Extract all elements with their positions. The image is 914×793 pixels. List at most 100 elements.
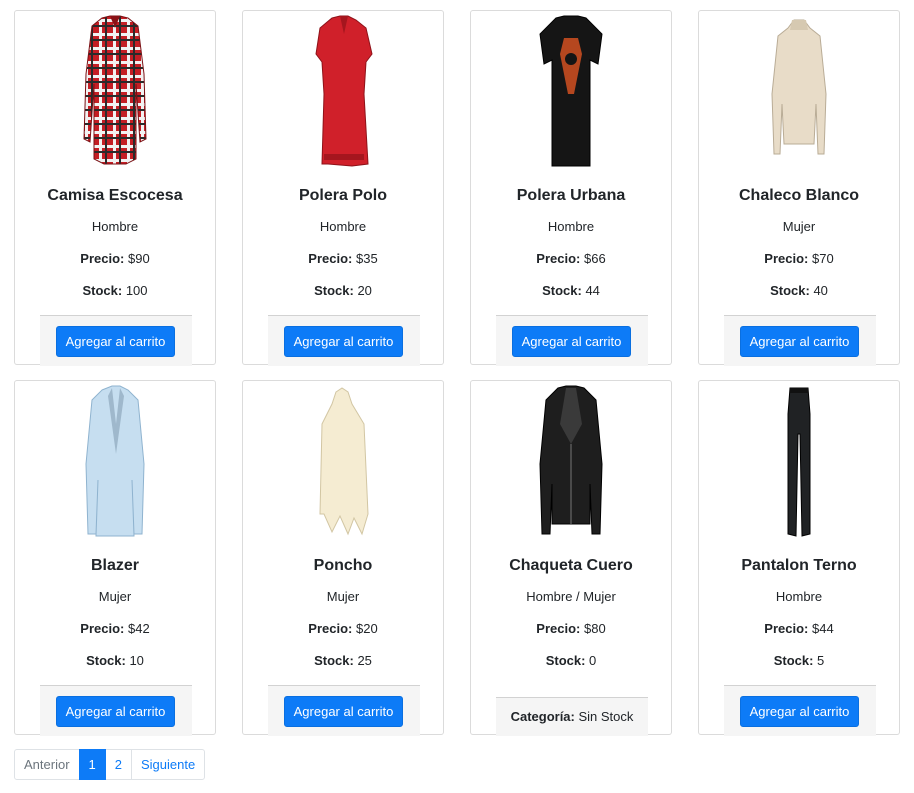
out-of-stock-value: Sin Stock — [574, 709, 634, 724]
pagination-next[interactable]: Siguiente — [131, 749, 206, 780]
stock-value: 5 — [813, 653, 825, 668]
product-stock: Stock: 10 — [15, 653, 215, 668]
stock-value: 20 — [353, 283, 372, 298]
product-stock: Stock: 40 — [699, 283, 899, 298]
price-label: Precio: — [308, 251, 353, 266]
product-card: Polera Polo Hombre Precio: $35 Stock: 20… — [242, 10, 444, 366]
price-label: Precio: — [536, 621, 581, 636]
product-title: Polera Urbana — [516, 187, 626, 204]
product-category: Mujer — [326, 589, 360, 604]
card-footer: Agregar al carrito — [268, 315, 420, 366]
product-image-black-tshirt — [471, 11, 671, 171]
product-image-red-polo — [243, 11, 443, 171]
product-stock: Stock: 44 — [471, 283, 671, 298]
product-price: Precio: $20 — [243, 621, 443, 636]
product-image-blue-blazer — [15, 381, 215, 541]
product-card: Chaqueta Cuero Hombre / Mujer Precio: $8… — [470, 380, 672, 736]
stock-label: Stock: — [542, 283, 582, 298]
stock-label: Stock: — [314, 653, 354, 668]
stock-label: Stock: — [82, 283, 123, 298]
stock-label: Stock: — [773, 653, 814, 668]
stock-label: Stock: — [545, 653, 586, 668]
add-to-cart-button[interactable]: Agregar al carrito — [284, 326, 403, 357]
product-card: Pantalon Terno Hombre Precio: $44 Stock:… — [698, 380, 900, 736]
product-price: Precio: $80 — [471, 621, 671, 636]
product-category: Hombre — [319, 219, 367, 234]
stock-value: 0 — [585, 653, 597, 668]
product-card: Camisa Escocesa Hombre Precio: $90 Stock… — [14, 10, 216, 366]
product-image-leather-jacket — [471, 381, 671, 541]
product-price: Precio: $70 — [699, 251, 899, 266]
product-category: Mujer — [782, 219, 816, 234]
stock-value: 40 — [809, 283, 828, 298]
product-price: Precio: $66 — [471, 251, 671, 266]
product-card: Chaleco Blanco Mujer Precio: $70 Stock: … — [698, 10, 900, 366]
card-footer: Categoría: Sin Stock — [496, 697, 648, 736]
product-category: Hombre — [775, 589, 823, 604]
pagination: Anterior 1 2 Siguiente — [14, 749, 206, 780]
product-card: Blazer Mujer Precio: $42 Stock: 10 Agreg… — [14, 380, 216, 736]
product-stock: Stock: 5 — [699, 653, 899, 668]
price-value: $20 — [352, 621, 378, 636]
price-label: Precio: — [308, 621, 353, 636]
product-title: Polera Polo — [298, 187, 388, 204]
card-footer: Agregar al carrito — [724, 315, 876, 366]
price-value: $80 — [580, 621, 606, 636]
price-label: Precio: — [80, 621, 125, 636]
product-price: Precio: $90 — [15, 251, 215, 266]
product-card: Poncho Mujer Precio: $20 Stock: 25 Agreg… — [242, 380, 444, 736]
category-label: Categoría: — [510, 709, 575, 724]
product-price: Precio: $35 — [243, 251, 443, 266]
price-label: Precio: — [80, 251, 125, 266]
add-to-cart-button[interactable]: Agregar al carrito — [284, 696, 403, 727]
price-value: $70 — [808, 251, 834, 266]
product-stock: Stock: 25 — [243, 653, 443, 668]
product-image-cream-poncho — [243, 381, 443, 541]
price-value: $44 — [808, 621, 834, 636]
out-of-stock-status: Categoría: Sin Stock — [496, 709, 648, 724]
card-footer: Agregar al carrito — [268, 685, 420, 736]
product-image-black-pants — [699, 381, 899, 541]
product-image-white-sweater — [699, 11, 899, 171]
product-price: Precio: $42 — [15, 621, 215, 636]
product-title: Blazer — [90, 557, 140, 574]
product-stock: Stock: 20 — [243, 283, 443, 298]
stock-value: 44 — [581, 283, 600, 298]
stock-value: 10 — [125, 653, 144, 668]
product-title: Camisa Escocesa — [47, 187, 183, 204]
price-value: $66 — [580, 251, 606, 266]
pagination-prev[interactable]: Anterior — [14, 749, 80, 780]
pagination-page-1[interactable]: 1 — [78, 749, 106, 780]
pagination-page-2[interactable]: 2 — [104, 749, 132, 780]
product-title: Chaqueta Cuero — [509, 557, 633, 574]
product-title: Poncho — [313, 557, 373, 574]
product-category: Mujer — [98, 589, 132, 604]
product-stock: Stock: 0 — [471, 653, 671, 668]
price-value: $90 — [124, 251, 150, 266]
price-label: Precio: — [536, 251, 581, 266]
product-card: Polera Urbana Hombre Precio: $66 Stock: … — [470, 10, 672, 366]
product-category: Hombre — [547, 219, 595, 234]
card-footer: Agregar al carrito — [40, 315, 192, 366]
product-category: Hombre — [91, 219, 139, 234]
add-to-cart-button[interactable]: Agregar al carrito — [56, 326, 175, 357]
stock-label: Stock: — [770, 283, 810, 298]
add-to-cart-button[interactable]: Agregar al carrito — [740, 326, 859, 357]
card-footer: Agregar al carrito — [724, 685, 876, 736]
stock-value: 25 — [353, 653, 372, 668]
stock-label: Stock: — [314, 283, 354, 298]
price-label: Precio: — [764, 621, 809, 636]
add-to-cart-button[interactable]: Agregar al carrito — [56, 696, 175, 727]
card-footer: Agregar al carrito — [496, 315, 648, 366]
add-to-cart-button[interactable]: Agregar al carrito — [512, 326, 631, 357]
stock-label: Stock: — [86, 653, 126, 668]
product-title: Chaleco Blanco — [738, 187, 860, 204]
add-to-cart-button[interactable]: Agregar al carrito — [740, 696, 859, 727]
price-value: $42 — [124, 621, 150, 636]
product-category: Hombre / Mujer — [526, 589, 616, 604]
product-stock: Stock: 100 — [15, 283, 215, 298]
price-label: Precio: — [764, 251, 809, 266]
product-title: Pantalon Terno — [741, 557, 857, 574]
product-image-plaid-shirt — [15, 11, 215, 171]
product-price: Precio: $44 — [699, 621, 899, 636]
